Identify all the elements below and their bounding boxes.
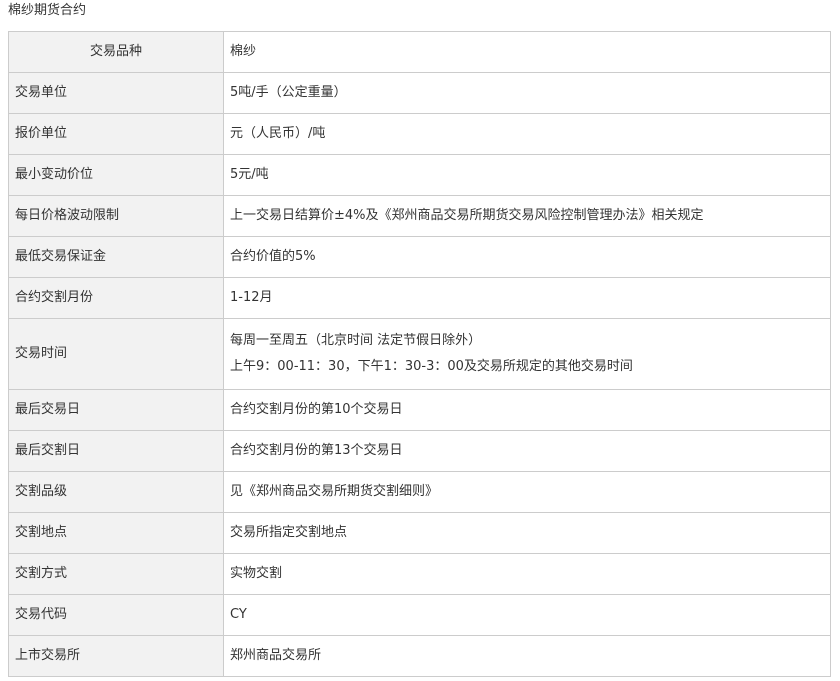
row-label: 最后交割日 [8,430,224,472]
row-value: 合约交割月份的第13个交易日 [223,430,831,472]
table-row: 每日价格波动限制 上一交易日结算价±4%及《郑州商品交易所期货交易风险控制管理办法… [8,195,831,237]
table-row: 最小变动价位 5元/吨 [8,154,831,196]
row-value: 交易所指定交割地点 [223,512,831,554]
row-label: 报价单位 [8,113,224,155]
value-text: 合约价值的5% [230,249,316,264]
row-label: 交易单位 [8,72,224,114]
contract-spec-table: 交易品种 棉纱 交易单位 5吨/手（公定重量） 报价单位 元（人民币）/吨 最小变动价位 5元… [8,31,831,677]
value-text: 郑州商品交易所 [230,648,322,663]
row-value: 实物交割 [223,553,831,595]
row-value: 5吨/手（公定重量） [223,72,831,114]
table-row: 交割地点 交易所指定交割地点 [8,512,831,554]
value-text: 5元/吨 [230,167,269,182]
value-text: 上一交易日结算价±4%及《郑州商品交易所期货交易风险控制管理办法》相关规定 [230,208,704,223]
row-value: 合约交割月份的第10个交易日 [223,389,831,431]
row-label: 最小变动价位 [8,154,224,196]
table-row: 交易品种 棉纱 [8,31,831,73]
table-row: 合约交割月份 1-12月 [8,277,831,319]
row-label: 交割品级 [8,471,224,513]
value-text: 合约交割月份的第13个交易日 [230,443,403,458]
table-row: 交割方式 实物交割 [8,553,831,595]
table-row: 交易时间 每周一至周五（北京时间 法定节假日除外） 上午9：00-11：30，下午1… [8,318,831,390]
row-value: 1-12月 [223,277,831,319]
value-text: 上午9：00-11：30，下午1：30-3：00及交易所规定的其他交易时间 [230,359,633,374]
table-row: 交易单位 5吨/手（公定重量） [8,72,831,114]
table-row: 最低交易保证金 合约价值的5% [8,236,831,278]
value-text: 5吨/手（公定重量） [230,85,347,100]
value-text: 交易所指定交割地点 [230,525,348,540]
row-label: 交易时间 [8,318,224,390]
row-value: 郑州商品交易所 [223,635,831,677]
row-label: 最后交易日 [8,389,224,431]
table-row: 报价单位 元（人民币）/吨 [8,113,831,155]
row-label: 最低交易保证金 [8,236,224,278]
table-row: 最后交割日 合约交割月份的第13个交易日 [8,430,831,472]
row-label: 交易代码 [8,594,224,636]
row-label: 每日价格波动限制 [8,195,224,237]
row-value: 元（人民币）/吨 [223,113,831,155]
table-row: 交割品级 见《郑州商品交易所期货交割细则》 [8,471,831,513]
value-text: 合约交割月份的第10个交易日 [230,402,403,417]
row-label: 合约交割月份 [8,277,224,319]
row-value: 每周一至周五（北京时间 法定节假日除外） 上午9：00-11：30，下午1：30-… [223,318,831,390]
value-text: 见《郑州商品交易所期货交割细则》 [230,484,439,499]
table-row: 交易代码 CY [8,594,831,636]
table-row: 最后交易日 合约交割月份的第10个交易日 [8,389,831,431]
row-value: 上一交易日结算价±4%及《郑州商品交易所期货交易风险控制管理办法》相关规定 [223,195,831,237]
value-text: CY [230,607,247,622]
row-label: 交割方式 [8,553,224,595]
row-label: 交易品种 [8,31,224,73]
row-label: 交割地点 [8,512,224,554]
page-title: 棉纱期货合约 [8,3,87,18]
table-row: 上市交易所 郑州商品交易所 [8,635,831,677]
row-label: 上市交易所 [8,635,224,677]
value-text: 1-12月 [230,290,273,305]
value-text: 棉纱 [230,44,257,59]
row-value: CY [223,594,831,636]
row-value: 见《郑州商品交易所期货交割细则》 [223,471,831,513]
row-value: 合约价值的5% [223,236,831,278]
value-text: 实物交割 [230,566,283,581]
value-text: 每周一至周五（北京时间 法定节假日除外） [230,333,482,348]
value-text: 元（人民币）/吨 [230,126,326,141]
row-value: 棉纱 [223,31,831,73]
row-value: 5元/吨 [223,154,831,196]
